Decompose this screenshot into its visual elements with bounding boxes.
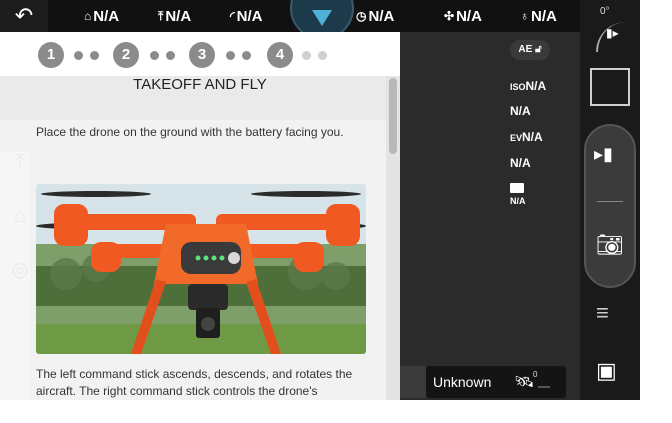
home-distance-icon: ⌂: [84, 9, 92, 23]
white-balance-readout: N/A: [510, 156, 531, 170]
drone-battery-icon: ✣: [444, 9, 455, 23]
rc-connection-status: Unknown: [433, 374, 492, 390]
controller-battery-value: N/A: [531, 8, 557, 25]
waypoint-icon[interactable]: ◎: [6, 256, 34, 284]
controller-battery-icon: ♁: [520, 9, 529, 23]
heading-indicator-icon: [312, 10, 332, 26]
flight-time-value: N/A: [368, 8, 395, 25]
ae-lock-toggle[interactable]: AE 🔓︎: [510, 40, 550, 60]
home-distance-stat: ⌂ N/A: [84, 0, 119, 32]
storage-icon: [510, 183, 524, 193]
drone-photo: [36, 184, 366, 354]
satellite-icon: 🛰︎: [514, 374, 535, 391]
drone-battery-value: N/A: [456, 8, 482, 25]
lock-icon: 🔓︎: [535, 44, 542, 55]
takeoff-icon[interactable]: ⤒: [6, 148, 34, 176]
step-indicator: 1 2 3 4: [0, 32, 400, 76]
step-dot: [150, 51, 159, 60]
gimbal-angle: 0°: [600, 6, 610, 17]
back-arrow-icon: ↶: [14, 3, 34, 28]
app-window: ↶ ⌂ N/A ⤒ N/A ◜ N/A ◷ N/A ✣ N/A ♁ N/A AE 🔓︎ IS…: [0, 0, 640, 400]
step-dot: [90, 51, 99, 60]
step-3[interactable]: 3: [189, 42, 215, 68]
gps-signal-bars-icon: [538, 378, 550, 388]
tutorial-panel: 1 2 3 4 TAKEOFF AND FLY ⤒ ⌂ ◎ Place the …: [0, 32, 400, 400]
home-distance-value: N/A: [93, 8, 120, 25]
controller-battery-stat: ♁ N/A: [520, 0, 557, 32]
scrollbar-thumb[interactable]: [389, 78, 397, 154]
step-1[interactable]: 1: [38, 42, 64, 68]
step-dot: [226, 51, 235, 60]
tutorial-instruction: Place the drone on the ground with the b…: [36, 125, 344, 139]
tutorial-title: TAKEOFF AND FLY: [133, 76, 267, 93]
step-dot: [302, 51, 311, 60]
video-mode-icon[interactable]: ▸▮: [594, 144, 613, 165]
ev-value: N/A: [522, 130, 543, 144]
mode-divider: [597, 201, 623, 202]
step-dot: [242, 51, 251, 60]
shutter-readout: N/A: [510, 104, 531, 118]
step-dot: [318, 51, 327, 60]
gimbal-camera-icon: ▮▸: [606, 26, 619, 40]
camera-settings-icon[interactable]: ≡: [596, 300, 609, 326]
speed-stat: ◜ N/A: [230, 0, 263, 32]
step-2[interactable]: 2: [113, 42, 139, 68]
bottom-spacer: [400, 366, 426, 398]
flight-time-icon: ◷: [356, 9, 367, 23]
iso-value: N/A: [525, 79, 547, 93]
altitude-value: N/A: [165, 8, 192, 25]
speed-gauge-icon: ◜: [230, 9, 235, 23]
photo-shutter-icon[interactable]: 📷︎: [596, 232, 624, 258]
media-preview-button[interactable]: [590, 68, 630, 106]
speed-value: N/A: [236, 8, 263, 25]
step-dot: [74, 51, 83, 60]
return-home-icon[interactable]: ⌂: [6, 202, 34, 230]
tutorial-instruction-continued: The left command stick ascends, descends…: [36, 367, 353, 398]
iso-label: ISO: [510, 82, 526, 92]
ev-label: EV: [510, 133, 523, 143]
telemetry-bar: ↶ ⌂ N/A ⤒ N/A ◜ N/A ◷ N/A ✣ N/A ♁ N/A: [0, 0, 580, 40]
flight-time-stat: ◷ N/A: [356, 0, 394, 32]
altitude-stat: ⤒ N/A: [158, 0, 191, 32]
altitude-icon: ⤒: [158, 9, 164, 23]
step-4[interactable]: 4: [267, 42, 293, 68]
step-dot: [166, 51, 175, 60]
back-button[interactable]: ↶: [0, 0, 48, 32]
playback-icon[interactable]: ▣: [596, 358, 617, 384]
ev-readout: EVN/A: [510, 130, 543, 144]
ae-label: AE: [518, 44, 533, 55]
drone-battery-stat: ✣ N/A: [444, 0, 482, 32]
drone-illustration: [36, 184, 366, 354]
storage-readout: N/A: [510, 196, 526, 206]
iso-readout: ISON/A: [510, 79, 546, 93]
satellite-count: 0: [533, 370, 538, 379]
